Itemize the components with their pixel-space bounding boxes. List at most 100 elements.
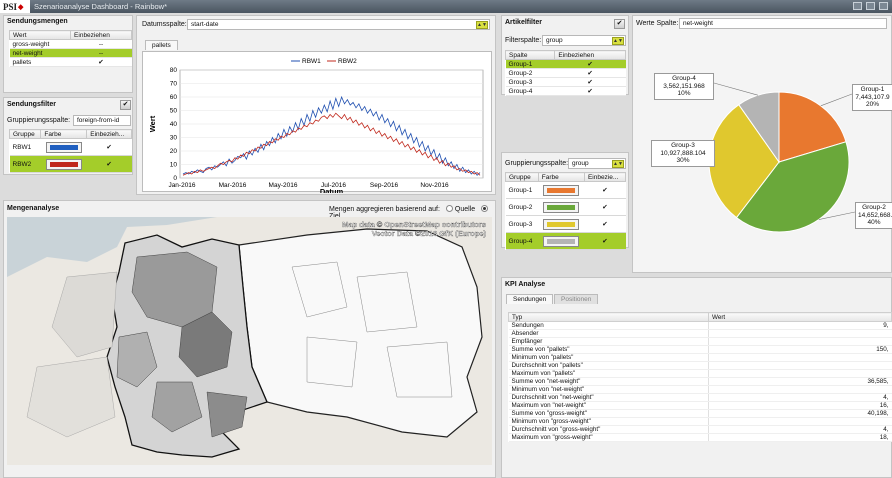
sendungsfilter-panel: Sendungsfilter ✔ Gruppierungsspalte: for… xyxy=(3,97,133,175)
group-column-select[interactable]: foreign-from-id xyxy=(73,115,131,126)
sendungsmengen-table: Wert Einbeziehen gross-weight -- net-weigh… xyxy=(8,30,132,67)
group-column-value-2: group xyxy=(572,160,589,167)
table-row[interactable]: Minimum von "gross-weight" xyxy=(508,417,892,426)
row-include[interactable]: ✔ xyxy=(584,198,626,216)
radio-source-label: Quelle xyxy=(454,206,476,213)
table-row[interactable]: Durchschnitt von "gross-weight" 4, xyxy=(508,425,892,434)
region-map[interactable]: Map data © OpenStreetMap contributors Ve… xyxy=(7,217,492,465)
group-column-select-2[interactable]: group ▲▼ xyxy=(568,158,626,169)
color-swatch[interactable] xyxy=(45,158,82,170)
table-row[interactable]: Minimum von "net-weight" xyxy=(508,385,892,394)
table-row[interactable]: Sendungen 9, xyxy=(508,321,892,330)
row-include[interactable]: ✔ xyxy=(554,77,626,87)
column-header[interactable]: Wert xyxy=(708,312,892,322)
radio-source[interactable] xyxy=(445,205,453,212)
row-include[interactable]: ✔ xyxy=(86,155,132,173)
table-row[interactable]: Group-4 ✔ xyxy=(505,86,626,96)
column-header[interactable]: Einbezieh... xyxy=(86,129,132,139)
color-fill xyxy=(49,144,78,150)
dropdown-arrow-icon[interactable]: ▲▼ xyxy=(612,160,624,168)
maximize-button[interactable] xyxy=(866,2,875,10)
color-swatch[interactable] xyxy=(543,235,580,247)
row-include[interactable]: -- xyxy=(70,39,132,49)
article-filter-toggle-button[interactable]: ✔ xyxy=(614,19,625,29)
table-row[interactable]: net-weight -- xyxy=(9,48,132,58)
kpi-type: Empfänger xyxy=(508,337,709,346)
table-row[interactable]: Minimum von "pallets" xyxy=(508,353,892,362)
table-row[interactable]: Absender xyxy=(508,329,892,338)
table-row[interactable]: gross-weight -- xyxy=(9,39,132,49)
table-row[interactable]: Summe von "net-weight" 36,585, xyxy=(508,377,892,386)
table-row[interactable]: Group-2 ✔ xyxy=(505,198,626,216)
filter-column-select[interactable]: group ▲▼ xyxy=(542,35,626,46)
column-header[interactable]: Spalte xyxy=(504,50,556,60)
row-name: RBW1 xyxy=(9,138,41,156)
kpi-type: Maximum von "pallets" xyxy=(508,369,709,378)
color-swatch[interactable] xyxy=(543,201,580,213)
table-row[interactable]: Maximum von "pallets" xyxy=(508,369,892,378)
tab-positionen[interactable]: Positionen xyxy=(554,294,599,304)
group-color-table: Gruppe Farbe Einbezie... Group-1 ✔ Group-2… xyxy=(505,172,627,250)
kpi-type: Minimum von "pallets" xyxy=(508,353,709,362)
pie-label-name: Group-2 xyxy=(862,204,886,211)
column-header[interactable]: Gruppe xyxy=(505,172,539,182)
close-button[interactable] xyxy=(879,2,888,10)
column-header[interactable]: Wert xyxy=(8,30,72,40)
column-header[interactable]: Einbeziehen xyxy=(70,30,132,40)
table-row[interactable]: Summe von "gross-weight" 40,198, xyxy=(508,409,892,418)
filter-toggle-button[interactable]: ✔ xyxy=(120,100,131,110)
table-row[interactable]: Group-2 ✔ xyxy=(505,68,626,78)
table-row[interactable]: Group-3 ✔ xyxy=(505,215,626,233)
row-include[interactable]: ✔ xyxy=(554,59,626,69)
value-column-select[interactable]: net-weight xyxy=(679,18,887,29)
kpi-type: Durchschnitt von "pallets" xyxy=(508,361,709,370)
color-swatch[interactable] xyxy=(543,218,580,230)
row-name: gross-weight xyxy=(9,39,71,49)
table-row[interactable]: Empfänger xyxy=(508,337,892,346)
row-include[interactable]: ✔ xyxy=(584,232,626,250)
row-include[interactable]: ✔ xyxy=(70,57,132,67)
row-color xyxy=(538,215,585,233)
row-color xyxy=(538,198,585,216)
tab-pallets[interactable]: pallets xyxy=(145,40,178,50)
dropdown-arrow-icon[interactable]: ▲▼ xyxy=(612,37,624,45)
column-header[interactable]: Typ xyxy=(508,312,709,322)
map-canvas[interactable]: Map data © OpenStreetMap contributors Ve… xyxy=(7,217,492,465)
column-header[interactable]: Einbeziehen xyxy=(554,50,626,60)
table-row[interactable]: Group-1 ✔ xyxy=(505,59,626,69)
table-row[interactable]: Durchschnitt von "pallets" xyxy=(508,361,892,370)
row-include[interactable]: ✔ xyxy=(584,215,626,233)
row-include[interactable]: ✔ xyxy=(554,68,626,78)
row-include[interactable]: ✔ xyxy=(86,138,132,156)
table-row[interactable]: RBW1 ✔ xyxy=(9,138,132,156)
row-include[interactable]: ✔ xyxy=(584,181,626,199)
row-include[interactable]: ✔ xyxy=(554,86,626,96)
tab-sendungen[interactable]: Sendungen xyxy=(506,294,554,304)
table-row[interactable]: pallets ✔ xyxy=(9,57,132,67)
y-tick-label: 20 xyxy=(170,148,178,155)
pie-leader-line xyxy=(713,82,758,96)
column-header[interactable]: Farbe xyxy=(537,172,585,182)
date-column-select[interactable]: start-date ▲▼ xyxy=(187,19,490,30)
table-row[interactable]: Group-1 ✔ xyxy=(505,181,626,199)
y-axis-label: Wert xyxy=(148,115,157,132)
kpi-type: Summe von "net-weight" xyxy=(508,377,709,386)
table-row[interactable]: Summe von "pallets" 150, xyxy=(508,345,892,354)
table-row[interactable]: Maximum von "gross-weight" 18, xyxy=(508,433,892,442)
radio-target[interactable] xyxy=(481,205,489,212)
color-swatch[interactable] xyxy=(45,141,82,153)
kpi-type: Maximum von "gross-weight" xyxy=(508,433,709,442)
table-row[interactable]: Durchschnitt von "net-weight" 4, xyxy=(508,393,892,402)
column-header[interactable]: Gruppe xyxy=(8,129,42,139)
column-header[interactable]: Farbe xyxy=(40,129,88,139)
x-tick-label: Mar-2016 xyxy=(219,182,247,189)
dropdown-arrow-icon[interactable]: ▲▼ xyxy=(476,21,488,29)
table-row[interactable]: RBW2 ✔ xyxy=(9,155,132,173)
table-row[interactable]: Maximum von "net-weight" 16, xyxy=(508,401,892,410)
color-swatch[interactable] xyxy=(543,184,580,196)
table-row[interactable]: Group-4 ✔ xyxy=(505,232,626,250)
table-row[interactable]: Group-3 ✔ xyxy=(505,77,626,87)
column-header[interactable]: Einbezie... xyxy=(583,172,627,182)
minimize-button[interactable] xyxy=(853,2,862,10)
row-include[interactable]: -- xyxy=(70,48,132,58)
